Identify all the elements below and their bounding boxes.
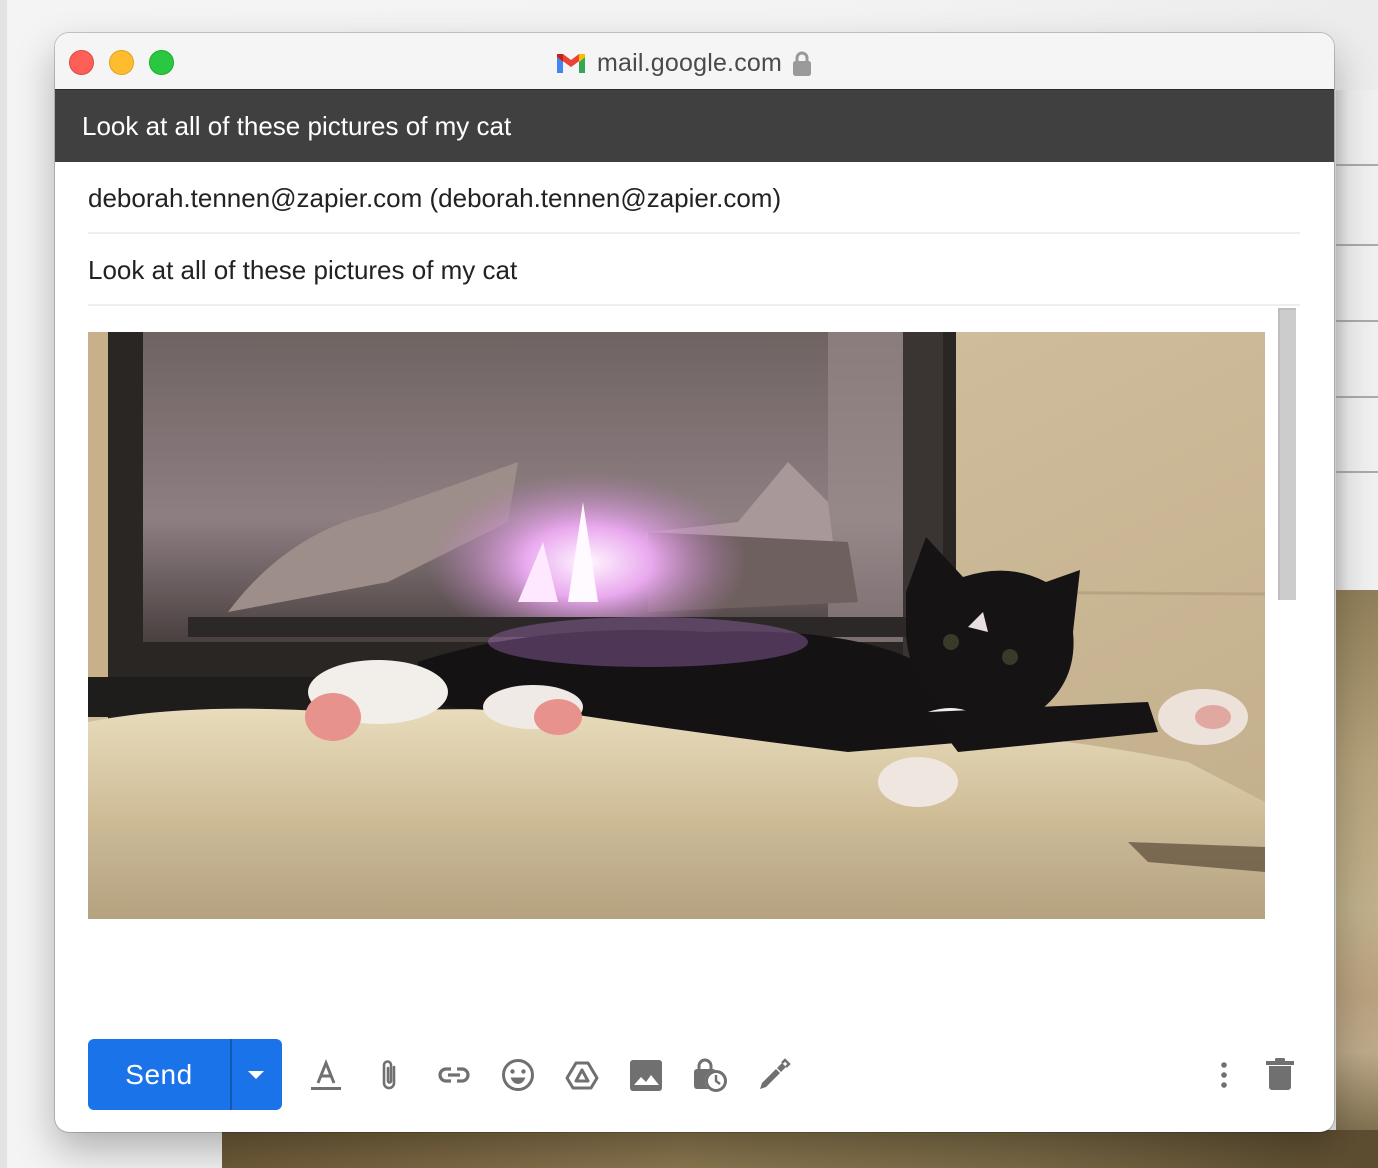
- window-minimize-button[interactable]: [109, 50, 134, 75]
- send-button[interactable]: Send: [88, 1039, 232, 1110]
- more-send-options-button[interactable]: [232, 1039, 280, 1110]
- background-divider: [1336, 164, 1378, 166]
- background-photo: [1336, 590, 1378, 1168]
- background-divider: [1336, 396, 1378, 398]
- insert-emoji-button[interactable]: [498, 1053, 538, 1097]
- trash-icon: [1266, 1058, 1294, 1090]
- paperclip-icon: [382, 1060, 396, 1090]
- url-text: mail.google.com: [597, 48, 783, 77]
- background-divider: [1336, 320, 1378, 322]
- formatting-options-button[interactable]: [306, 1053, 346, 1097]
- subject-field[interactable]: Look at all of these pictures of my cat: [88, 234, 1300, 306]
- inline-cat-photo[interactable]: [88, 332, 1265, 919]
- more-vert-icon: [1221, 1062, 1227, 1088]
- attach-files-button[interactable]: [370, 1053, 410, 1097]
- drive-icon: [565, 1061, 599, 1090]
- lock-icon: [793, 51, 812, 76]
- insert-from-drive-button[interactable]: [562, 1053, 602, 1097]
- address-display: mail.google.com: [555, 47, 812, 79]
- caret-down-icon: [248, 1070, 264, 1079]
- send-button-group: Send: [88, 1039, 282, 1110]
- background-photo: [222, 1130, 1378, 1168]
- gmail-logo-icon: [557, 54, 585, 73]
- to-field[interactable]: deborah.tennen@zapier.com (deborah.tenne…: [88, 162, 1300, 234]
- link-icon: [438, 1067, 470, 1083]
- compose-header-title: Look at all of these pictures of my cat: [55, 90, 1334, 162]
- window-close-button[interactable]: [69, 50, 94, 75]
- photo-icon: [630, 1060, 662, 1091]
- body-scrollbar-thumb[interactable]: [1278, 308, 1296, 600]
- confidential-mode-button[interactable]: [690, 1053, 730, 1097]
- text-format-icon: [311, 1058, 341, 1090]
- lock-clock-icon: [694, 1058, 727, 1092]
- message-body[interactable]: [88, 306, 1300, 1022]
- more-options-button[interactable]: [1204, 1053, 1244, 1097]
- emoji-icon: [502, 1059, 534, 1091]
- pen-icon: [760, 1058, 791, 1089]
- cat-photo-illustration: [88, 332, 1265, 919]
- compose-window: mail.google.com Look at all of these pic…: [55, 33, 1334, 1132]
- discard-draft-button[interactable]: [1260, 1053, 1300, 1097]
- background-divider: [1336, 471, 1378, 473]
- window-maximize-button[interactable]: [149, 50, 174, 75]
- insert-link-button[interactable]: [434, 1053, 474, 1097]
- insert-signature-button[interactable]: [754, 1053, 794, 1097]
- insert-photo-button[interactable]: [626, 1053, 666, 1097]
- background-divider: [1336, 244, 1378, 246]
- background-page-edge: [0, 0, 7, 1168]
- browser-titlebar: mail.google.com: [55, 33, 1334, 90]
